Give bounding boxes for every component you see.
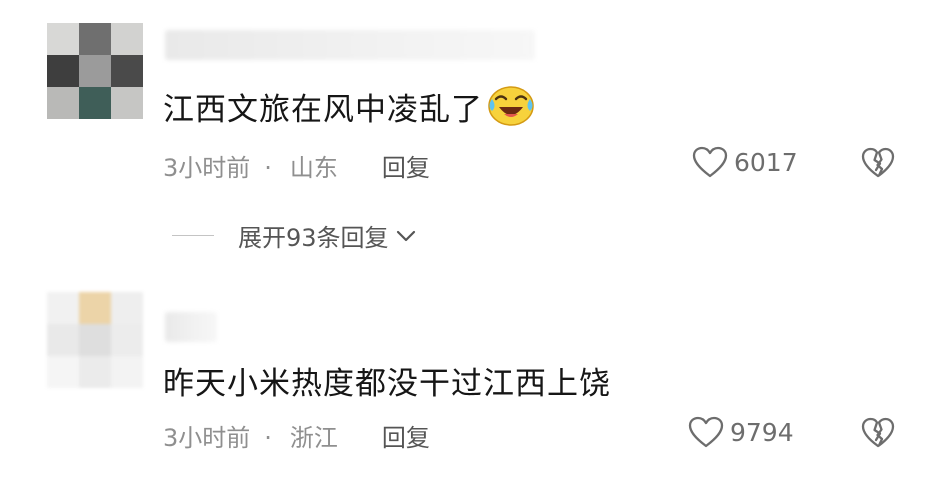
username-blurred[interactable] bbox=[165, 30, 535, 60]
divider-line bbox=[172, 234, 214, 237]
reply-button[interactable]: 回复 bbox=[382, 424, 430, 452]
comment-meta: 3小时前 · 山东 回复 bbox=[163, 148, 430, 183]
avatar[interactable] bbox=[47, 292, 143, 388]
username-blurred[interactable] bbox=[165, 312, 217, 342]
location: 浙江 bbox=[289, 424, 338, 452]
meta-separator: · bbox=[264, 154, 272, 182]
dislike-button[interactable] bbox=[861, 147, 895, 183]
dislike-button[interactable] bbox=[861, 417, 895, 453]
chevron-down-icon bbox=[396, 230, 415, 241]
comment-body: 昨天小米热度都没干过江西上饶 bbox=[163, 366, 611, 402]
heart-outline-icon bbox=[692, 146, 728, 178]
expand-replies-label: 展开93条回复 bbox=[238, 224, 389, 252]
comment-body: 江西文旅在风中凌乱了 bbox=[163, 92, 483, 128]
avatar[interactable] bbox=[47, 23, 143, 119]
comment-text: 昨天小米热度都没干过江西上饶 bbox=[163, 358, 611, 403]
meta-separator: · bbox=[264, 424, 272, 452]
like-button[interactable]: 9794 bbox=[688, 416, 794, 449]
like-count: 9794 bbox=[730, 418, 794, 447]
broken-heart-icon bbox=[861, 147, 895, 178]
laughing-crying-emoji-icon bbox=[487, 83, 535, 135]
timestamp: 3小时前 bbox=[163, 424, 251, 452]
comment-text: 江西文旅在风中凌乱了 bbox=[163, 84, 535, 135]
expand-replies-button[interactable]: 展开93条回复 bbox=[172, 218, 417, 253]
comment-2: 昨天小米热度都没干过江西上饶 3小时前 · 浙江 回复 9794 bbox=[0, 280, 938, 478]
location: 山东 bbox=[289, 154, 338, 182]
like-count: 6017 bbox=[734, 148, 798, 177]
broken-heart-icon bbox=[861, 417, 895, 448]
reply-button[interactable]: 回复 bbox=[382, 154, 430, 182]
heart-outline-icon bbox=[688, 416, 724, 448]
comment-1: 江西文旅在风中凌乱了 3小时前 · 山东 回复 6017 展开93条回复 bbox=[0, 0, 938, 270]
comment-meta: 3小时前 · 浙江 回复 bbox=[163, 418, 430, 453]
like-button[interactable]: 6017 bbox=[692, 146, 798, 179]
timestamp: 3小时前 bbox=[163, 154, 251, 182]
